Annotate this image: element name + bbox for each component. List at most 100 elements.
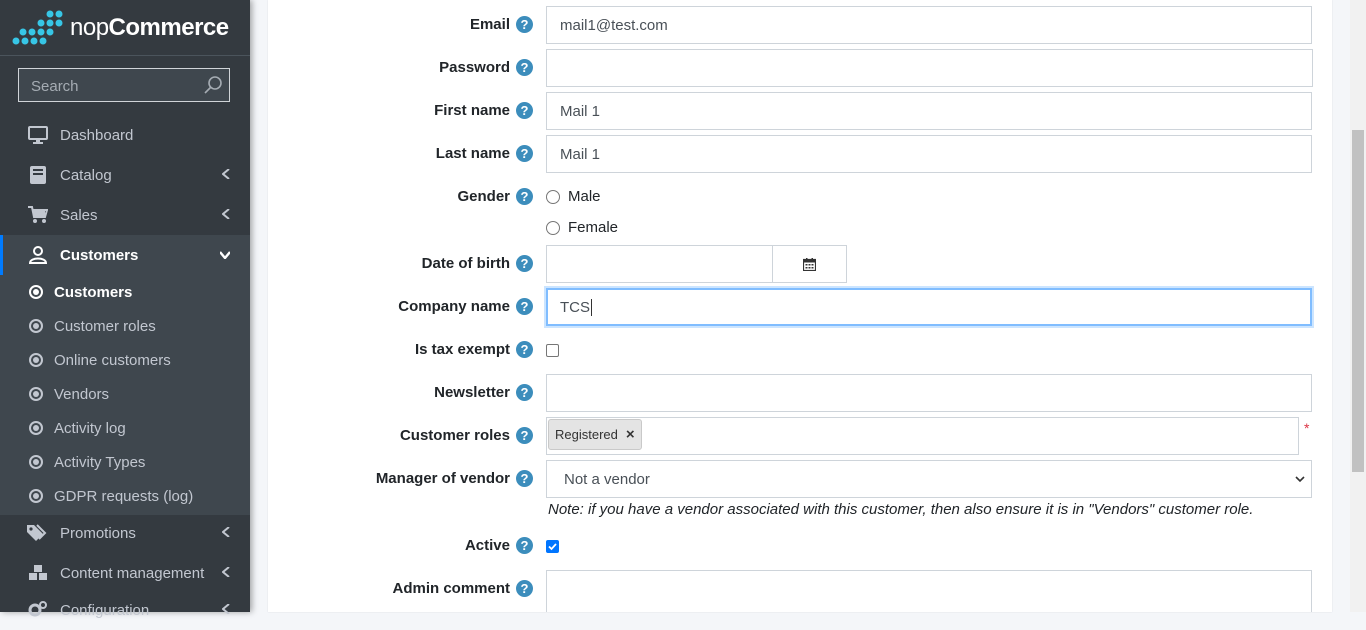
text-cursor bbox=[591, 298, 592, 316]
brand-logo[interactable]: nopCommerce bbox=[0, 0, 250, 56]
subnav-label: Activity Types bbox=[54, 453, 146, 471]
cart-icon bbox=[27, 205, 49, 225]
roles-label: Customer roles bbox=[399, 427, 510, 444]
circle-dot-icon bbox=[29, 455, 43, 469]
email-help-icon[interactable]: ? bbox=[516, 16, 533, 33]
password-label: Password bbox=[439, 59, 510, 76]
dob-input[interactable] bbox=[546, 245, 773, 283]
active-help-icon[interactable]: ? bbox=[516, 537, 533, 554]
logo-dots-icon bbox=[12, 10, 63, 44]
dob-help-icon[interactable]: ? bbox=[516, 255, 533, 272]
nav-catalog[interactable]: Catalog bbox=[0, 155, 250, 195]
subnav-gdpr-requests[interactable]: GDPR requests (log) bbox=[0, 479, 250, 513]
subnav-customer-roles[interactable]: Customer roles bbox=[0, 309, 250, 343]
tax-exempt-checkbox[interactable] bbox=[546, 344, 559, 357]
active-label: Active bbox=[464, 537, 510, 554]
gender-help-icon[interactable]: ? bbox=[516, 188, 533, 205]
circle-dot-icon bbox=[29, 387, 43, 401]
newsletter-help-icon[interactable]: ? bbox=[516, 384, 533, 401]
vendor-select-value: Not a vendor bbox=[564, 470, 650, 488]
nav-content-management-label: Content management bbox=[60, 564, 205, 582]
user-icon bbox=[27, 245, 49, 265]
admin-comment-label: Admin comment bbox=[392, 580, 510, 597]
nav-sales-label: Sales bbox=[60, 206, 98, 224]
email-label: Email bbox=[469, 16, 510, 33]
password-help-icon[interactable]: ? bbox=[516, 59, 533, 76]
chevron-left-icon bbox=[222, 604, 230, 614]
subnav-activity-types[interactable]: Activity Types bbox=[0, 445, 250, 479]
nav-dashboard[interactable]: Dashboard bbox=[0, 115, 250, 155]
calendar-icon bbox=[803, 257, 816, 271]
subnav-vendors[interactable]: Vendors bbox=[0, 377, 250, 411]
last-name-help-icon[interactable]: ? bbox=[516, 145, 533, 162]
gender-female-radio[interactable]: Female bbox=[546, 219, 618, 236]
scrollbar-thumb[interactable] bbox=[1352, 130, 1364, 472]
last-name-field[interactable]: Mail 1 bbox=[546, 135, 1312, 173]
first-name-field[interactable]: Mail 1 bbox=[546, 92, 1312, 130]
brand-name-prefix: nop bbox=[70, 13, 109, 41]
vendor-note: Note: if you have a vendor associated wi… bbox=[548, 501, 1254, 518]
chevron-left-icon bbox=[222, 527, 230, 537]
circle-dot-icon bbox=[29, 489, 43, 503]
gender-male-radio[interactable]: Male bbox=[546, 188, 601, 205]
nav-sales[interactable]: Sales bbox=[0, 195, 250, 235]
company-help-icon[interactable]: ? bbox=[516, 298, 533, 315]
subnav-customers[interactable]: Customers bbox=[0, 275, 250, 309]
brand-name: nopCommerce bbox=[70, 14, 229, 42]
chevron-left-icon bbox=[222, 209, 230, 219]
vendor-select[interactable]: Not a vendor bbox=[546, 460, 1312, 498]
monitor-icon bbox=[27, 125, 49, 145]
circle-dot-icon bbox=[29, 353, 43, 367]
newsletter-select[interactable] bbox=[546, 374, 1312, 412]
radio-circle[interactable] bbox=[546, 220, 560, 235]
vendor-help-icon[interactable]: ? bbox=[516, 470, 533, 487]
first-name-help-icon[interactable]: ? bbox=[516, 102, 533, 119]
admin-comment-textarea[interactable] bbox=[546, 570, 1312, 612]
brand-name-suffix: Commerce bbox=[108, 13, 230, 41]
nav-customers-label: Customers bbox=[60, 246, 139, 264]
tags-icon bbox=[27, 523, 49, 543]
newsletter-label: Newsletter bbox=[434, 384, 510, 401]
roles-help-icon[interactable]: ? bbox=[516, 427, 533, 444]
chevron-left-icon bbox=[222, 169, 230, 179]
company-field[interactable]: TCS bbox=[546, 288, 1312, 326]
gender-label: Gender bbox=[457, 188, 510, 205]
dob-label: Date of birth bbox=[421, 255, 510, 272]
search-input[interactable] bbox=[19, 69, 213, 103]
gender-female-label: Female bbox=[568, 219, 619, 236]
nav-configuration-label: Configuration bbox=[60, 601, 150, 619]
checkmark-icon bbox=[548, 543, 557, 551]
password-field[interactable] bbox=[546, 49, 1313, 87]
role-tag-registered: Registered × bbox=[548, 419, 642, 450]
company-value: TCS bbox=[560, 298, 590, 316]
search-icon[interactable] bbox=[203, 75, 223, 95]
subnav-label: Vendors bbox=[54, 385, 110, 403]
active-checkbox[interactable] bbox=[546, 540, 559, 553]
company-label: Company name bbox=[398, 298, 510, 315]
roles-multiselect[interactable] bbox=[546, 417, 1299, 455]
nav-catalog-label: Catalog bbox=[60, 166, 112, 184]
gears-icon bbox=[27, 600, 49, 620]
email-field[interactable]: mail1@test.com bbox=[546, 6, 1312, 44]
subnav-label: GDPR requests (log) bbox=[54, 487, 194, 505]
subnav-label: Activity log bbox=[54, 419, 126, 437]
search-box bbox=[18, 68, 230, 103]
radio-circle[interactable] bbox=[546, 189, 560, 204]
nav-configuration[interactable]: Configuration bbox=[0, 590, 250, 630]
subnav-online-customers[interactable]: Online customers bbox=[0, 343, 250, 377]
dob-calendar-button[interactable] bbox=[772, 245, 847, 283]
subnav-activity-log[interactable]: Activity log bbox=[0, 411, 250, 445]
vendor-label: Manager of vendor bbox=[375, 470, 510, 487]
nav-promotions-label: Promotions bbox=[60, 524, 136, 542]
cubes-icon bbox=[27, 563, 49, 583]
admin-comment-help-icon[interactable]: ? bbox=[516, 580, 533, 597]
nav-promotions[interactable]: Promotions bbox=[0, 513, 250, 553]
tax-exempt-help-icon[interactable]: ? bbox=[516, 341, 533, 358]
nav-content-management[interactable]: Content management bbox=[0, 553, 250, 593]
chevron-down-icon bbox=[1295, 476, 1305, 483]
nav-dashboard-label: Dashboard bbox=[60, 126, 134, 144]
subnav-label: Online customers bbox=[54, 351, 171, 369]
subnav-label: Customers bbox=[54, 283, 133, 301]
nav-customers[interactable]: Customers bbox=[0, 235, 250, 275]
remove-tag-icon[interactable]: × bbox=[626, 426, 635, 443]
